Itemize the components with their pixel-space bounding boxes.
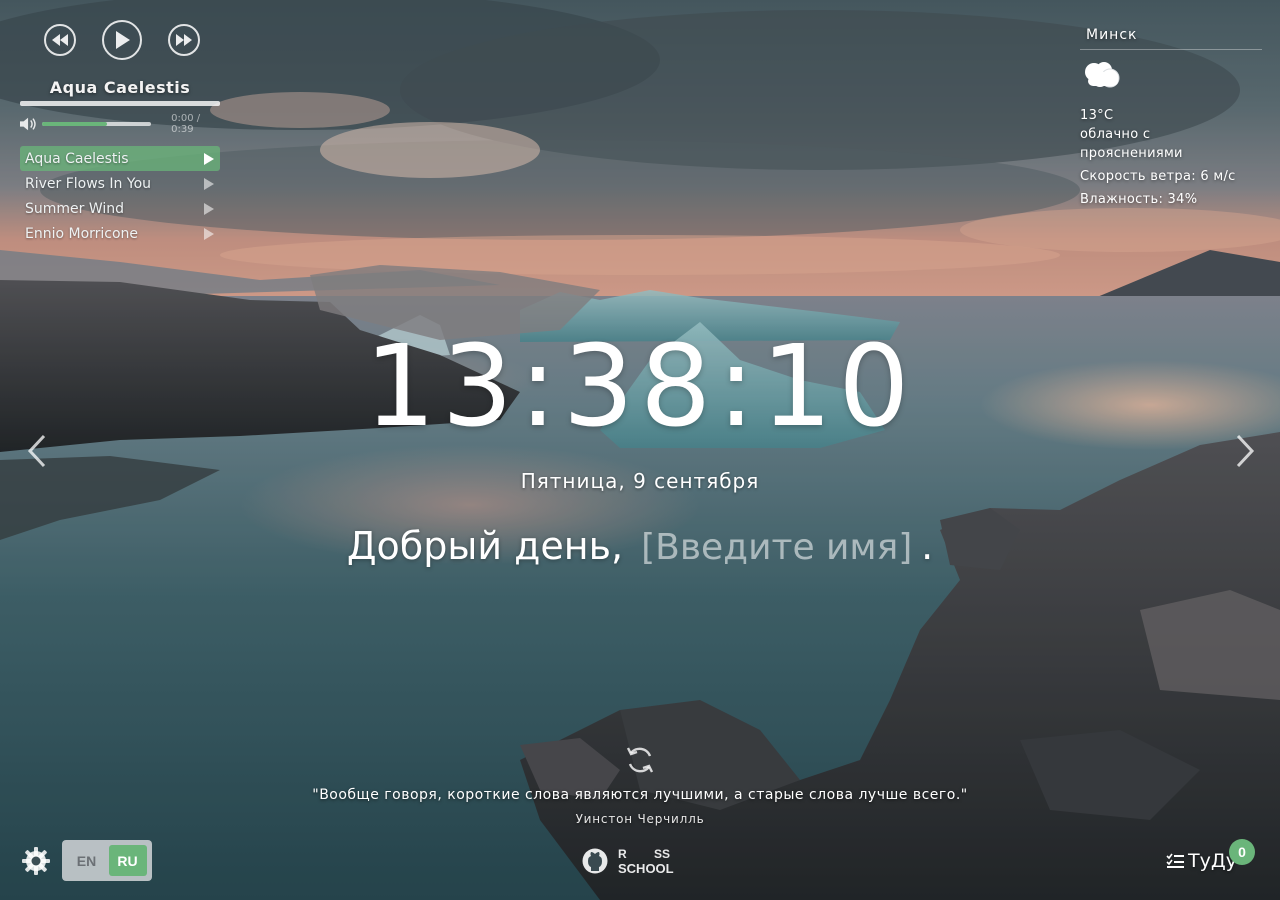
playlist-item-title: River Flows In You [25,175,152,192]
slide-prev-button[interactable] [24,434,50,468]
weather-description: облачно с прояснениями [1080,127,1183,161]
play-icon [116,31,130,49]
clock-date: Пятница, 9 сентября [520,469,760,493]
language-switcher: EN RU [62,840,152,881]
lang-ru-button[interactable]: RU [108,845,147,876]
fast-forward-icon [176,34,192,46]
volume-slider[interactable] [41,122,152,126]
rs-logo-school: SCHOOL [618,861,674,876]
greeting-text: Добрый день, [346,524,624,568]
playlist-item-title: Summer Wind [25,200,125,217]
slide-next-button[interactable] [1232,434,1258,468]
playlist: Aqua Caelestis River Flows In You Summer W… [20,146,220,246]
playlist-item[interactable]: Summer Wind [20,196,220,221]
weather-temperature: 13°C [1080,108,1114,123]
greeting-suffix: . [921,524,934,568]
track-time: 0:00 / 0:39 [171,113,201,135]
volume-icon[interactable] [20,117,38,131]
chevron-left-icon [27,434,46,468]
refresh-quote-icon[interactable] [624,744,656,776]
quote-author: Уинстон Черчилль [575,812,705,826]
checklist-icon [1166,853,1184,868]
play-track-icon[interactable] [204,227,214,240]
fast-forward-button[interactable] [168,24,200,56]
rewind-button[interactable] [44,24,76,56]
rs-logo-ss: SS [654,847,670,861]
chevron-right-icon [1236,434,1255,468]
weather-wind: Скорость ветра: 6 м/с [1080,169,1236,184]
play-track-icon[interactable] [204,152,214,165]
play-track-icon[interactable] [204,177,214,190]
rs-school-logo[interactable]: R SS SCHOOL [616,846,690,876]
cloudy-icon [1085,62,1120,88]
name-input[interactable] [641,527,920,568]
current-track-title: Aqua Caelestis [49,78,191,97]
audio-player: Aqua Caelestis 0:00 / 0:39 Aqua Caelesti… [20,20,220,246]
greeting: Добрый день,. [0,524,1280,568]
volume-level [41,122,108,126]
playlist-item[interactable]: River Flows In You [20,171,220,196]
volume-row: 0:00 / 0:39 [20,113,220,135]
rs-logo-r: R [618,847,627,861]
clock-time: 13:38:10 [364,322,916,452]
quote-text: "Вообще говоря, короткие слова являются … [312,787,968,803]
play-button[interactable] [102,20,142,60]
playlist-item-title: Aqua Caelestis [25,150,129,167]
rewind-icon [52,34,68,46]
todo-button[interactable]: ТуДу [1166,849,1237,873]
lang-en-button[interactable]: EN [68,845,106,876]
playlist-item[interactable]: Ennio Morricone [20,221,220,246]
city-input[interactable]: Минск [1080,27,1262,50]
weather-widget: Минск 13°C облачно с прояснениями Скорос… [1080,27,1262,209]
github-icon[interactable] [582,848,608,874]
weather-humidity: Влажность: 34% [1080,192,1198,207]
settings-gear-icon[interactable] [22,847,50,875]
playlist-item[interactable]: Aqua Caelestis [20,146,220,171]
player-controls [44,20,220,60]
playlist-item-title: Ennio Morricone [25,225,139,242]
track-progress-bar[interactable] [20,101,220,106]
todo-count-badge: 0 [1229,839,1255,865]
play-track-icon[interactable] [204,202,214,215]
